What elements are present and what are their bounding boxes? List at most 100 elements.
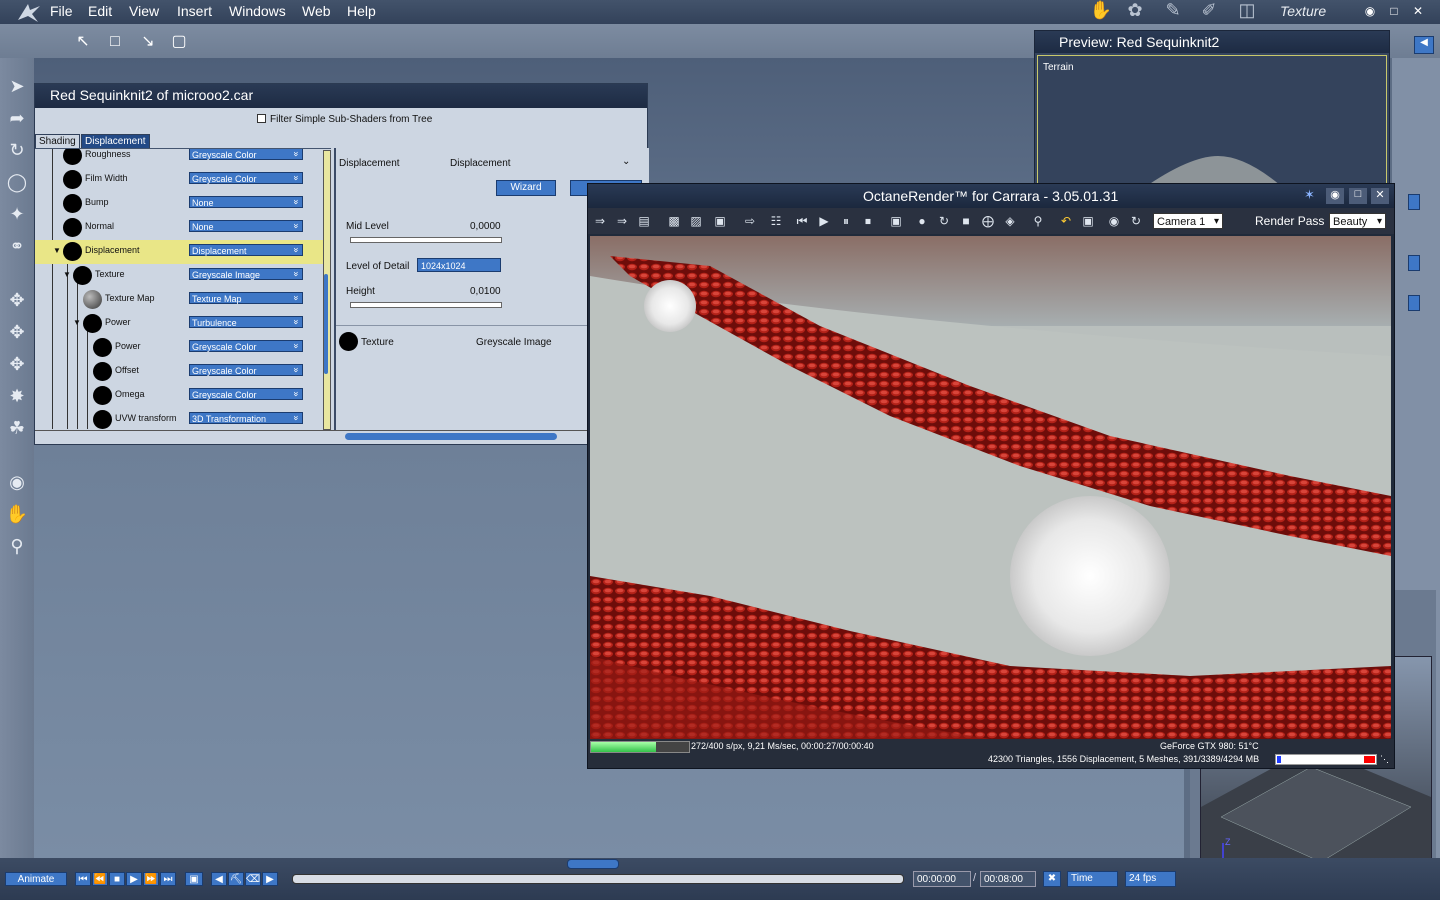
paste-icon[interactable]: ▨ — [688, 213, 704, 229]
tree-row[interactable]: Texture Map Texture Map — [35, 288, 331, 312]
stop-icon[interactable]: ⏹ — [860, 213, 876, 229]
scale-handle-icon[interactable]: ↘ — [137, 31, 159, 53]
shader-type-dropdown[interactable]: None — [189, 220, 303, 232]
texture-type[interactable]: Greyscale Image — [476, 337, 552, 348]
refresh-icon[interactable]: ↻ — [936, 213, 952, 229]
height-value[interactable]: 0,0100 — [470, 286, 501, 297]
tab-shading[interactable]: Shading — [35, 134, 80, 149]
shader-type-dropdown[interactable]: Greyscale Color — [189, 388, 303, 400]
expand-arrow-icon[interactable]: ▼ — [63, 270, 71, 279]
shader-type-dropdown[interactable]: Greyscale Image — [189, 268, 303, 280]
shader-type-dropdown[interactable]: Turbulence — [189, 316, 303, 328]
rotate-tool-icon[interactable]: ➦ — [5, 106, 29, 130]
panel-dropdown[interactable] — [1408, 255, 1420, 271]
move-axis-icon[interactable]: ✥ — [5, 288, 29, 312]
undo-icon[interactable]: ↶ — [1058, 213, 1074, 229]
shader-type-dropdown[interactable]: Displacement — [189, 244, 303, 256]
trash-icon[interactable]: ⌫ — [245, 872, 261, 886]
texture-room-icon[interactable]: ✐ — [1196, 0, 1222, 22]
lod-dropdown[interactable]: 1024x1024 — [417, 258, 501, 272]
fps-select[interactable]: 24 fps — [1125, 871, 1176, 887]
tree-row[interactable]: Roughness Greyscale Color — [35, 149, 331, 168]
viewport-icon[interactable]: ▣ — [1080, 213, 1096, 229]
tab-displacement[interactable]: Displacement — [81, 134, 150, 149]
maximize-icon[interactable]: □ — [1386, 3, 1402, 19]
horizontal-scrollbar[interactable] — [35, 430, 647, 443]
export-icon[interactable]: ⇒ — [614, 213, 630, 229]
focus-target-icon[interactable]: ⨁ — [980, 213, 996, 229]
tree-row[interactable]: Film Width Greyscale Color — [35, 168, 331, 192]
camera-icon[interactable]: ◉ — [5, 470, 29, 494]
timeline-slider[interactable] — [292, 874, 904, 884]
wand-tool-icon[interactable]: ✦ — [5, 202, 29, 226]
region-icon[interactable]: ■ — [958, 213, 974, 229]
mid-level-slider[interactable] — [350, 237, 502, 243]
shader-type-dropdown[interactable]: Greyscale Color — [189, 172, 303, 184]
step-back-icon[interactable]: ⏪ — [92, 872, 108, 886]
animate-button[interactable]: Animate — [5, 872, 67, 886]
fit-timeline-icon[interactable]: ✖ — [1043, 871, 1061, 887]
filter-checkbox[interactable]: Filter Simple Sub-Shaders from Tree — [257, 114, 432, 125]
step-forward-icon[interactable]: ⏩ — [143, 872, 159, 886]
octane-titlebar[interactable]: OctaneRender™ for Carrara - 3.05.01.31 ✶… — [588, 184, 1394, 208]
camera-icon[interactable]: ◉ — [1106, 213, 1122, 229]
go-to-end-icon[interactable]: ⏭ — [160, 872, 176, 886]
octane-render-window[interactable]: OctaneRender™ for Carrara - 3.05.01.31 ✶… — [587, 183, 1395, 769]
tree-row[interactable]: Power Greyscale Color — [35, 336, 331, 360]
height-slider[interactable] — [350, 302, 502, 308]
tree-row[interactable]: Bump None — [35, 192, 331, 216]
menu-windows[interactable]: Windows — [229, 3, 286, 19]
panel-dropdown[interactable] — [1408, 194, 1420, 210]
render-pass-select[interactable]: Beauty — [1329, 213, 1386, 230]
eye-icon[interactable]: ◉ — [1326, 188, 1344, 204]
texture-ball-icon[interactable] — [339, 332, 358, 351]
tree-row[interactable]: UVW transform 3D Transformation — [35, 408, 331, 431]
color-icon[interactable]: ● — [914, 213, 930, 229]
move-depth-icon[interactable]: ✥ — [5, 352, 29, 376]
prev-key-icon[interactable]: ◀ — [211, 872, 227, 886]
copy-icon[interactable]: ▩ — [666, 213, 682, 229]
expand-arrow-icon[interactable]: ▼ — [53, 246, 61, 255]
pause-icon[interactable]: ⏸ — [838, 213, 854, 229]
eye-icon[interactable]: ◉ — [1362, 3, 1378, 19]
shader-titlebar[interactable]: Red Sequinknit2 of microoo2.car — [35, 84, 647, 108]
shader-type-dropdown[interactable]: Greyscale Color — [189, 149, 303, 160]
menu-web[interactable]: Web — [302, 3, 331, 19]
shader-type-dropdown[interactable]: None — [189, 196, 303, 208]
menu-edit[interactable]: Edit — [88, 3, 112, 19]
shader-type-dropdown[interactable]: Texture Map — [189, 292, 303, 304]
menu-file[interactable]: File — [50, 3, 73, 19]
shader-type-dropdown[interactable]: Greyscale Color — [189, 364, 303, 376]
resize-grip-icon[interactable]: ⋱ — [1380, 754, 1389, 765]
preview-window[interactable]: Preview: Red Sequinknit2 Terrain — [1034, 30, 1390, 193]
storyboard-room-icon[interactable]: ✎ — [1160, 0, 1186, 22]
link-tool-icon[interactable]: ⚭ — [5, 234, 29, 258]
tree-scroll-thumb[interactable] — [324, 274, 328, 374]
refresh-camera-icon[interactable]: ↻ — [1128, 213, 1144, 229]
move-plane-icon[interactable]: ✥ — [5, 320, 29, 344]
collapse-panel-icon[interactable]: ◀ — [1414, 36, 1434, 54]
panel-dropdown[interactable] — [1408, 295, 1420, 311]
expand-arrow-icon[interactable]: ▼ — [73, 318, 81, 327]
close-icon[interactable]: ✕ — [1410, 3, 1426, 19]
chevron-down-icon[interactable]: ⌄ — [622, 156, 630, 167]
spin-tool-icon[interactable]: ↻ — [5, 138, 29, 162]
send-scene-icon[interactable]: ⇒ — [592, 213, 608, 229]
loop-icon[interactable]: ▣ — [185, 872, 203, 886]
next-icon[interactable]: ⇨ — [742, 213, 758, 229]
go-to-start-icon[interactable]: ⏮ — [75, 872, 91, 886]
rewind-icon[interactable]: ⏮ — [794, 213, 810, 229]
play-icon[interactable]: ▶ — [126, 872, 142, 886]
carrara-logo-icon[interactable] — [14, 0, 44, 24]
tree-row[interactable]: Normal None — [35, 216, 331, 240]
render-viewport[interactable] — [590, 236, 1391, 739]
hscroll-thumb[interactable] — [345, 433, 557, 440]
autofocus-icon[interactable]: ◈ — [1002, 213, 1018, 229]
lock-icon[interactable]: ▣ — [888, 213, 904, 229]
maximize-icon[interactable]: □ — [1349, 188, 1367, 204]
shader-type-dropdown[interactable]: 3D Transformation — [189, 412, 303, 424]
menu-view[interactable]: View — [129, 3, 159, 19]
duplicate-icon[interactable]: ▣ — [712, 213, 728, 229]
zoom-icon[interactable]: ⚲ — [5, 534, 29, 558]
panel-resize-handle[interactable] — [567, 859, 619, 869]
